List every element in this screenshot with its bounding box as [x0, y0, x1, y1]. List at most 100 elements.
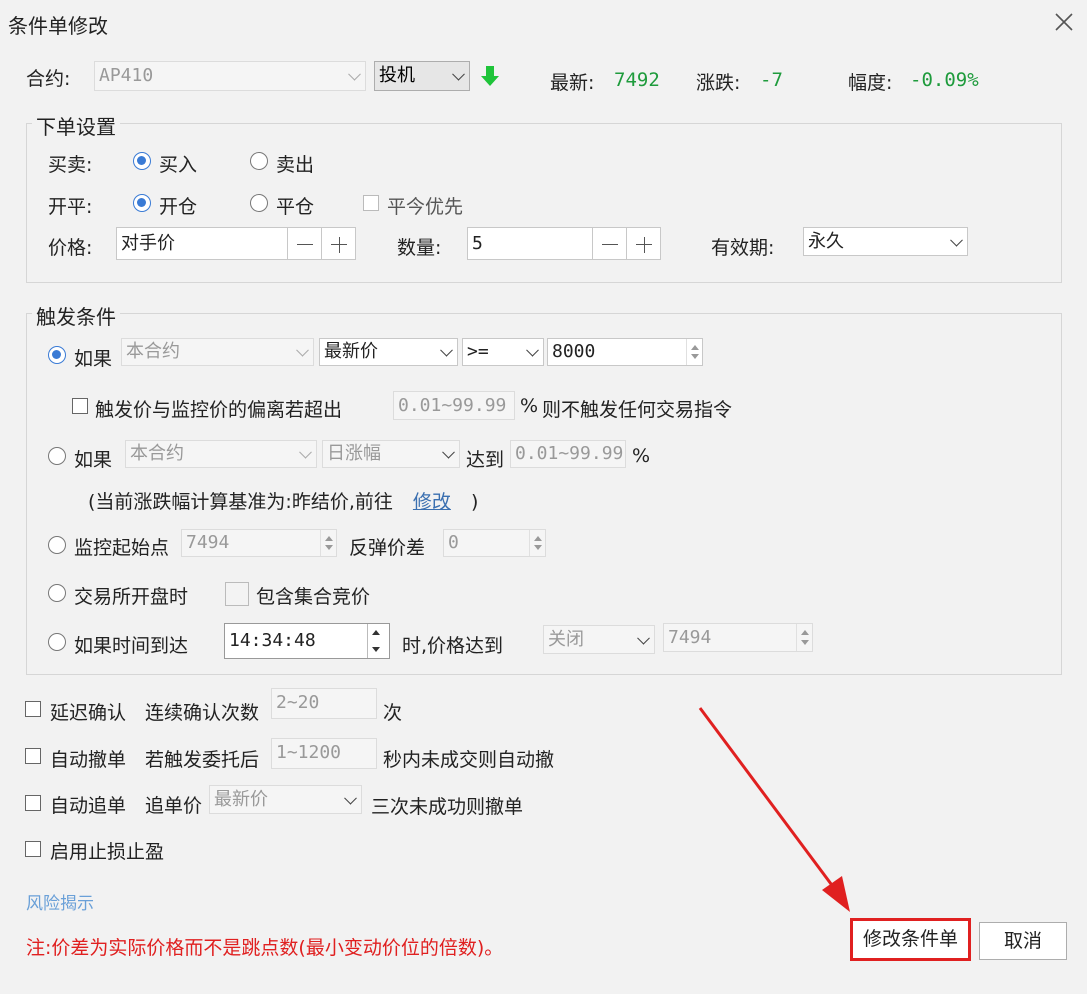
spin-icon[interactable]: [320, 530, 336, 556]
rebound-value: 0: [448, 532, 459, 553]
close-today-first-checkbox[interactable]: [363, 195, 379, 211]
chevron-down-icon: [440, 343, 453, 357]
close-today-first-label: 平今优先: [387, 196, 464, 218]
chevron-down-icon: [299, 445, 312, 459]
cond1-price-type-select[interactable]: 最新价: [319, 338, 458, 366]
auto-cancel-text: 若触发委托后: [145, 749, 260, 771]
open-label: 开仓: [159, 196, 198, 218]
cond2-type-select[interactable]: 日涨幅: [322, 440, 460, 468]
cancel-button[interactable]: 取消: [979, 922, 1067, 960]
note-text: 注:价差为实际价格而不是跳点数(最小变动价位的倍数)。: [26, 937, 504, 959]
qty-stepper[interactable]: 5: [467, 227, 661, 260]
amplitude-value: -0.09%: [910, 69, 979, 91]
chevron-down-icon: [452, 67, 465, 81]
price-value: 对手价: [121, 233, 175, 254]
close-icon[interactable]: [1052, 10, 1076, 34]
time-price-value: 7494: [668, 627, 712, 648]
amplitude-label: 幅度:: [848, 72, 893, 94]
spin-icon[interactable]: [686, 339, 702, 365]
auto-cancel-checkbox[interactable]: [25, 748, 41, 764]
latest-label: 最新:: [550, 72, 595, 94]
spin-icon[interactable]: [367, 624, 389, 658]
hedge-type-value: 投机: [379, 65, 415, 86]
minus-icon[interactable]: [287, 228, 321, 259]
validity-value: 永久: [808, 231, 844, 252]
time-label: 如果时间到达: [74, 635, 189, 657]
cond2-range-value: 0.01~99.99: [515, 443, 624, 464]
auto-cancel-range-input[interactable]: 1~1200: [271, 738, 377, 769]
cond2-range-input[interactable]: 0.01~99.99: [510, 440, 626, 468]
time-suffix: 时,价格达到: [402, 635, 504, 657]
delay-text: 连续确认次数: [145, 702, 260, 724]
minus-icon[interactable]: [592, 228, 626, 259]
cond1-price-type-value: 最新价: [324, 341, 378, 362]
cond1-value-input[interactable]: 8000: [547, 338, 703, 366]
rebound-input[interactable]: 0: [443, 529, 546, 557]
delay-range-input[interactable]: 2~20: [271, 688, 377, 719]
auto-chase-label: 自动追单: [50, 795, 127, 817]
auto-cancel-range-value: 1~1200: [276, 742, 342, 763]
spin-icon[interactable]: [796, 624, 812, 651]
cond2-radio[interactable]: [48, 447, 66, 465]
deviation-checkbox[interactable]: [72, 398, 88, 414]
auto-cancel-suffix: 秒内未成交则自动撤: [383, 749, 555, 771]
cond2-label: 如果: [74, 449, 113, 471]
trigger-legend: 触发条件: [32, 301, 120, 330]
include-auction-checkbox[interactable]: [225, 582, 249, 606]
exchange-open-radio[interactable]: [48, 584, 66, 602]
contract-select[interactable]: AP410: [94, 61, 366, 91]
monitor-input[interactable]: 7494: [181, 529, 337, 557]
plus-icon[interactable]: [626, 228, 660, 259]
auto-cancel-label: 自动撤单: [50, 749, 127, 771]
change-label: 涨跌:: [696, 72, 741, 94]
cond1-contract-value: 本合约: [126, 341, 180, 362]
close-label: 平仓: [276, 196, 315, 218]
deviation-range-value: 0.01~99.99: [398, 395, 507, 416]
close-radio[interactable]: [250, 194, 268, 212]
risk-link[interactable]: 风险揭示: [26, 889, 94, 914]
time-price-input[interactable]: 7494: [663, 623, 813, 652]
delay-range-value: 2~20: [276, 692, 320, 713]
monitor-label: 监控起始点: [74, 537, 170, 559]
deviation-text: 触发价与监控价的偏离若超出: [95, 399, 343, 421]
time-radio[interactable]: [48, 633, 66, 651]
validity-select[interactable]: 永久: [803, 227, 968, 256]
stop-checkbox[interactable]: [25, 841, 41, 857]
arrow-down-icon: [480, 64, 500, 88]
rebound-label: 反弹价差: [349, 537, 426, 559]
monitor-value: 7494: [186, 532, 230, 553]
plus-icon[interactable]: [321, 228, 355, 259]
basis-link[interactable]: 修改: [413, 491, 451, 513]
time-value: 14:34:48: [229, 630, 316, 651]
spin-icon[interactable]: [529, 530, 545, 556]
cond1-radio[interactable]: [48, 346, 66, 364]
chevron-down-icon: [442, 445, 455, 459]
cond1-operator-select[interactable]: >=: [462, 338, 544, 366]
delay-checkbox[interactable]: [25, 701, 41, 717]
hedge-type-select[interactable]: 投机: [374, 61, 470, 91]
chevron-down-icon: [296, 343, 309, 357]
direction-label: 买卖:: [48, 154, 93, 176]
time-input[interactable]: 14:34:48: [224, 623, 390, 659]
open-radio[interactable]: [133, 194, 151, 212]
cond2-contract-select[interactable]: 本合约: [125, 440, 317, 468]
cond2-reach-label: 达到: [466, 449, 505, 471]
cond2-type-value: 日涨幅: [327, 443, 381, 464]
cond2-unit: %: [632, 445, 651, 467]
deviation-range-input[interactable]: 0.01~99.99: [393, 391, 515, 420]
basis-suffix: ): [470, 491, 479, 513]
auto-chase-select[interactable]: 最新价: [209, 785, 362, 814]
chevron-down-icon: [950, 233, 963, 247]
price-stepper[interactable]: 对手价: [116, 227, 356, 260]
sell-radio[interactable]: [250, 152, 268, 170]
time-price-type-select[interactable]: 关闭: [543, 625, 655, 654]
modify-button[interactable]: 修改条件单: [853, 921, 968, 958]
time-price-type-value: 关闭: [548, 629, 584, 650]
buy-radio[interactable]: [133, 152, 151, 170]
cond1-contract-select[interactable]: 本合约: [121, 338, 314, 366]
monitor-radio[interactable]: [48, 536, 66, 554]
auto-chase-checkbox[interactable]: [25, 795, 41, 811]
stop-label: 启用止损止盈: [50, 841, 165, 863]
delay-unit: 次: [383, 702, 403, 724]
chevron-down-icon: [526, 343, 539, 357]
